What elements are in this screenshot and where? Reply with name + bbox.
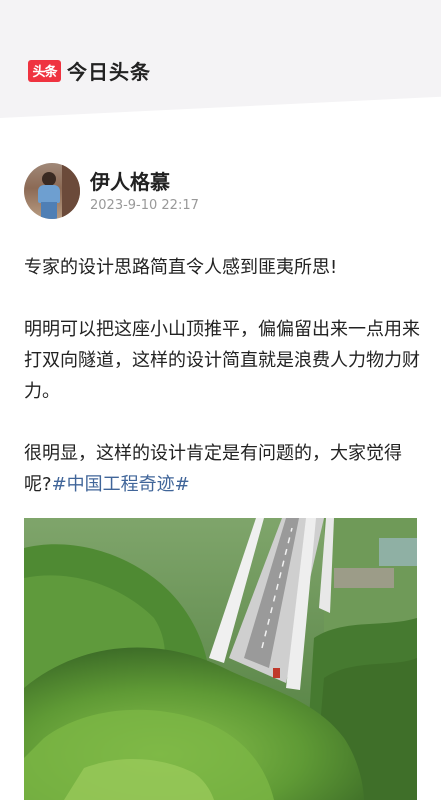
author-name[interactable]: 伊人格慕 [90, 169, 199, 195]
post-image[interactable] [24, 518, 417, 800]
hashtag-link[interactable]: #中国工程奇迹# [52, 474, 190, 495]
app-name: 今日头条 [67, 60, 151, 84]
post-paragraph-1: 专家的设计思路简直令人感到匪夷所思! [24, 257, 338, 278]
app-brand[interactable]: 头条 今日头条 [28, 56, 151, 85]
avatar[interactable] [24, 163, 80, 219]
post-timestamp: 2023-9-10 22:17 [90, 198, 199, 213]
author-row[interactable]: 伊人格慕 2023-9-10 22:17 [24, 163, 199, 219]
post-body: 专家的设计思路简直令人感到匪夷所思! 明明可以把这座小山顶推平，偏偏留出来一点用… [24, 252, 420, 500]
toutiao-logo-icon: 头条 [28, 59, 61, 82]
post-paragraph-2: 明明可以把这座小山顶推平，偏偏留出来一点用来打双向隧道，这样的设计简直就是浪费人… [24, 319, 420, 402]
post-paragraph-3: 很明显，这样的设计肯定是有问题的，大家觉得呢?#中国工程奇迹# [24, 438, 420, 500]
